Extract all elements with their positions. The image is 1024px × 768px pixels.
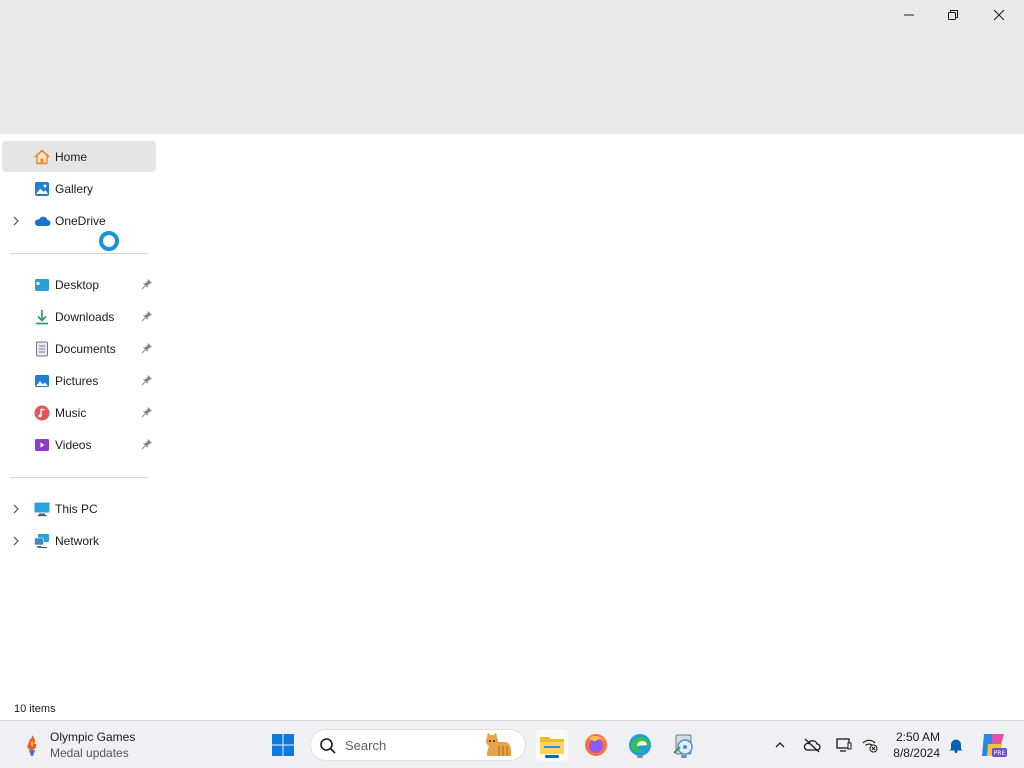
file-explorer-icon <box>540 737 564 754</box>
sidebar-item-label: Home <box>55 150 88 164</box>
content-area[interactable] <box>160 134 1024 700</box>
svg-text:PRE: PRE <box>994 750 1006 757</box>
clock-date: 8/8/2024 <box>893 746 940 760</box>
widget-subtitle: Medal updates <box>50 746 129 760</box>
chevron-right-icon[interactable] <box>11 503 21 515</box>
sidebar-item-this-pc[interactable]: This PC <box>2 493 156 524</box>
taskbar-firefox[interactable] <box>580 729 612 761</box>
close-button[interactable] <box>976 0 1022 30</box>
running-app-indicator <box>681 755 687 758</box>
sidebar-item-downloads[interactable]: Downloads <box>2 301 156 332</box>
sidebar-item-network[interactable]: Network <box>2 525 156 556</box>
sidebar-item-pictures[interactable]: Pictures <box>2 365 156 396</box>
pin-icon <box>141 311 152 322</box>
active-app-indicator <box>545 755 559 758</box>
onedrive-icon <box>34 216 51 226</box>
taskbar-setup[interactable] <box>668 729 700 761</box>
sidebar-divider <box>10 253 148 254</box>
sidebar-item-label: Gallery <box>55 182 94 196</box>
search-highlight-cat-icon <box>486 732 511 756</box>
start-button[interactable] <box>267 729 299 761</box>
chevron-up-icon <box>775 742 785 748</box>
pin-icon <box>141 439 152 450</box>
sidebar-item-label: Desktop <box>55 278 100 292</box>
sidebar-item-documents[interactable]: Documents <box>2 333 156 364</box>
pin-icon <box>141 279 152 290</box>
this-pc-icon <box>34 502 50 517</box>
display-icon <box>836 738 852 752</box>
desktop-folder-icon <box>35 279 49 291</box>
restore-button[interactable] <box>930 0 976 30</box>
home-icon <box>34 149 50 165</box>
taskbar-file-explorer[interactable] <box>536 729 568 761</box>
sidebar-item-label: Pictures <box>55 374 99 388</box>
sidebar-item-label: Downloads <box>55 310 115 324</box>
network-disconnected-icon <box>862 739 878 753</box>
pictures-icon <box>35 375 49 387</box>
pin-icon <box>141 375 152 386</box>
downloads-icon <box>36 310 48 325</box>
notifications-button[interactable] <box>944 729 968 761</box>
sidebar-item-label: This PC <box>55 502 98 516</box>
running-app-indicator <box>637 755 643 758</box>
navigation-pane: Home Gallery OneDrive Desktop Downloads … <box>0 134 160 700</box>
sidebar-item-videos[interactable]: Videos <box>2 429 156 460</box>
item-count: 10 items <box>14 703 56 715</box>
network-tray-button[interactable] <box>858 729 882 761</box>
sidebar-item-music[interactable]: Music <box>2 397 156 428</box>
taskbar-edge[interactable] <box>624 729 656 761</box>
pin-icon <box>141 343 152 354</box>
minimize-button[interactable] <box>886 0 932 30</box>
sidebar-item-label: Music <box>55 406 87 420</box>
sidebar-item-onedrive[interactable]: OneDrive <box>2 205 156 236</box>
widgets-button[interactable]: Olympic Games Medal updates <box>18 729 178 761</box>
onedrive-offline-icon <box>803 738 821 753</box>
sidebar-item-desktop[interactable]: Desktop <box>2 269 156 300</box>
taskbar-search-box[interactable]: Search <box>310 729 526 761</box>
clock[interactable]: 2:50 AM 8/8/2024 <box>882 729 946 761</box>
sidebar-item-label: OneDrive <box>55 214 106 228</box>
status-bar: 10 items <box>0 700 1024 720</box>
taskbar: Olympic Games Medal updates Search 2:50 … <box>0 720 1024 768</box>
chevron-right-icon[interactable] <box>11 535 21 547</box>
gallery-icon <box>35 182 49 196</box>
loading-spinner-icon <box>99 231 119 251</box>
sidebar-item-gallery[interactable]: Gallery <box>2 173 156 204</box>
minimize-icon <box>904 14 914 16</box>
restore-icon <box>948 10 958 20</box>
search-placeholder: Search <box>345 738 387 753</box>
sidebar-item-label: Documents <box>55 342 116 356</box>
clock-time: 2:50 AM <box>895 730 940 744</box>
notification-bell-icon <box>949 739 963 753</box>
firefox-icon <box>585 734 607 756</box>
sidebar-item-home[interactable]: Home <box>2 141 156 172</box>
sidebar-divider <box>10 477 148 478</box>
onedrive-tray-button[interactable] <box>800 729 824 761</box>
olympic-torch-icon <box>27 735 37 756</box>
title-bar <box>0 0 1024 134</box>
videos-icon <box>35 439 49 451</box>
sidebar-item-label: Videos <box>55 438 92 452</box>
network-icon <box>34 534 49 548</box>
copilot-icon[interactable]: PRE <box>978 730 1008 760</box>
music-icon <box>34 405 50 421</box>
show-hidden-icons-button[interactable] <box>768 729 792 761</box>
search-icon <box>320 738 336 754</box>
chevron-right-icon[interactable] <box>11 215 21 227</box>
widget-title: Olympic Games <box>50 730 136 744</box>
windows-logo-icon <box>272 734 294 756</box>
pin-icon <box>141 407 152 418</box>
display-tray-button[interactable] <box>832 729 856 761</box>
documents-icon <box>36 341 48 357</box>
sidebar-item-label: Network <box>55 534 100 548</box>
close-icon <box>993 9 1005 21</box>
